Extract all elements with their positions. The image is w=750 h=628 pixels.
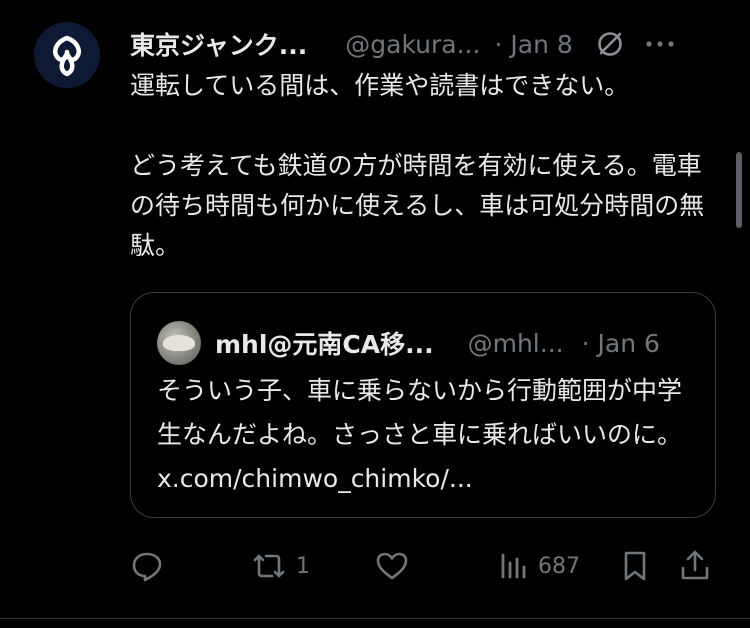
quoted-post-date[interactable]: Jan 6 (598, 329, 660, 358)
quoted-post-link[interactable]: x.com/chimwo_chimko/... (157, 464, 473, 493)
quoted-header-separator: · (581, 328, 590, 358)
more-options-icon[interactable] (645, 39, 675, 49)
quoted-post-header: mhl@元南CA移... @mhl... · Jan 6 (157, 321, 697, 365)
post-header: 東京ジャンク... @gakura... · Jan 8 (130, 22, 720, 66)
views-count: 687 (538, 553, 580, 579)
post[interactable]: 東京ジャンク... @gakura... · Jan 8 運転している間は、作業… (0, 0, 750, 628)
quoted-post-text: そういう子、車に乗らないから行動範囲が中学生なんだよね。さっさと車に乗ればいいの… (157, 369, 703, 501)
author-avatar[interactable] (34, 22, 100, 88)
post-date[interactable]: Jan 8 (510, 30, 572, 59)
bar-chart-icon (501, 553, 526, 579)
quoted-text-body: そういう子、車に乗らないから行動範囲が中学生なんだよね。さっさと車に乗ればいいの… (157, 376, 683, 449)
reply-button[interactable] (130, 544, 164, 588)
post-divider (0, 618, 750, 619)
bookmark-icon (624, 551, 646, 581)
like-button[interactable] (374, 544, 410, 588)
quoted-post[interactable]: mhl@元南CA移... @mhl... · Jan 6 そういう子、車に乗らな… (130, 292, 716, 518)
author-display-name[interactable]: 東京ジャンク... (130, 26, 307, 62)
heart-icon (376, 552, 408, 580)
share-icon (681, 550, 709, 580)
scrollbar[interactable] (736, 152, 742, 228)
quoted-author-display-name[interactable]: mhl@元南CA移... (215, 325, 434, 361)
repost-count: 1 (296, 553, 310, 579)
cat-photo-avatar (163, 335, 195, 351)
speech-bubble-icon (132, 552, 162, 582)
quoted-author-handle[interactable]: @mhl... (468, 329, 564, 358)
bookmark-button[interactable] (620, 544, 650, 588)
views-button[interactable]: 687 (498, 544, 580, 588)
repost-button[interactable]: 1 (250, 544, 310, 588)
repost-arrows-icon (253, 554, 285, 578)
quoted-author-avatar[interactable] (157, 321, 201, 365)
action-bar: 1 687 (130, 544, 720, 588)
header-separator: · (494, 29, 503, 59)
post-text: 運転している間は、作業や読書はできない。 どう考えても鉄道の方が時間を有効に使え… (130, 71, 705, 260)
tokyo-emblem-icon (53, 35, 81, 77)
grok-icon[interactable] (595, 29, 625, 59)
share-button[interactable] (678, 544, 712, 588)
author-handle[interactable]: @gakura... (345, 30, 480, 59)
